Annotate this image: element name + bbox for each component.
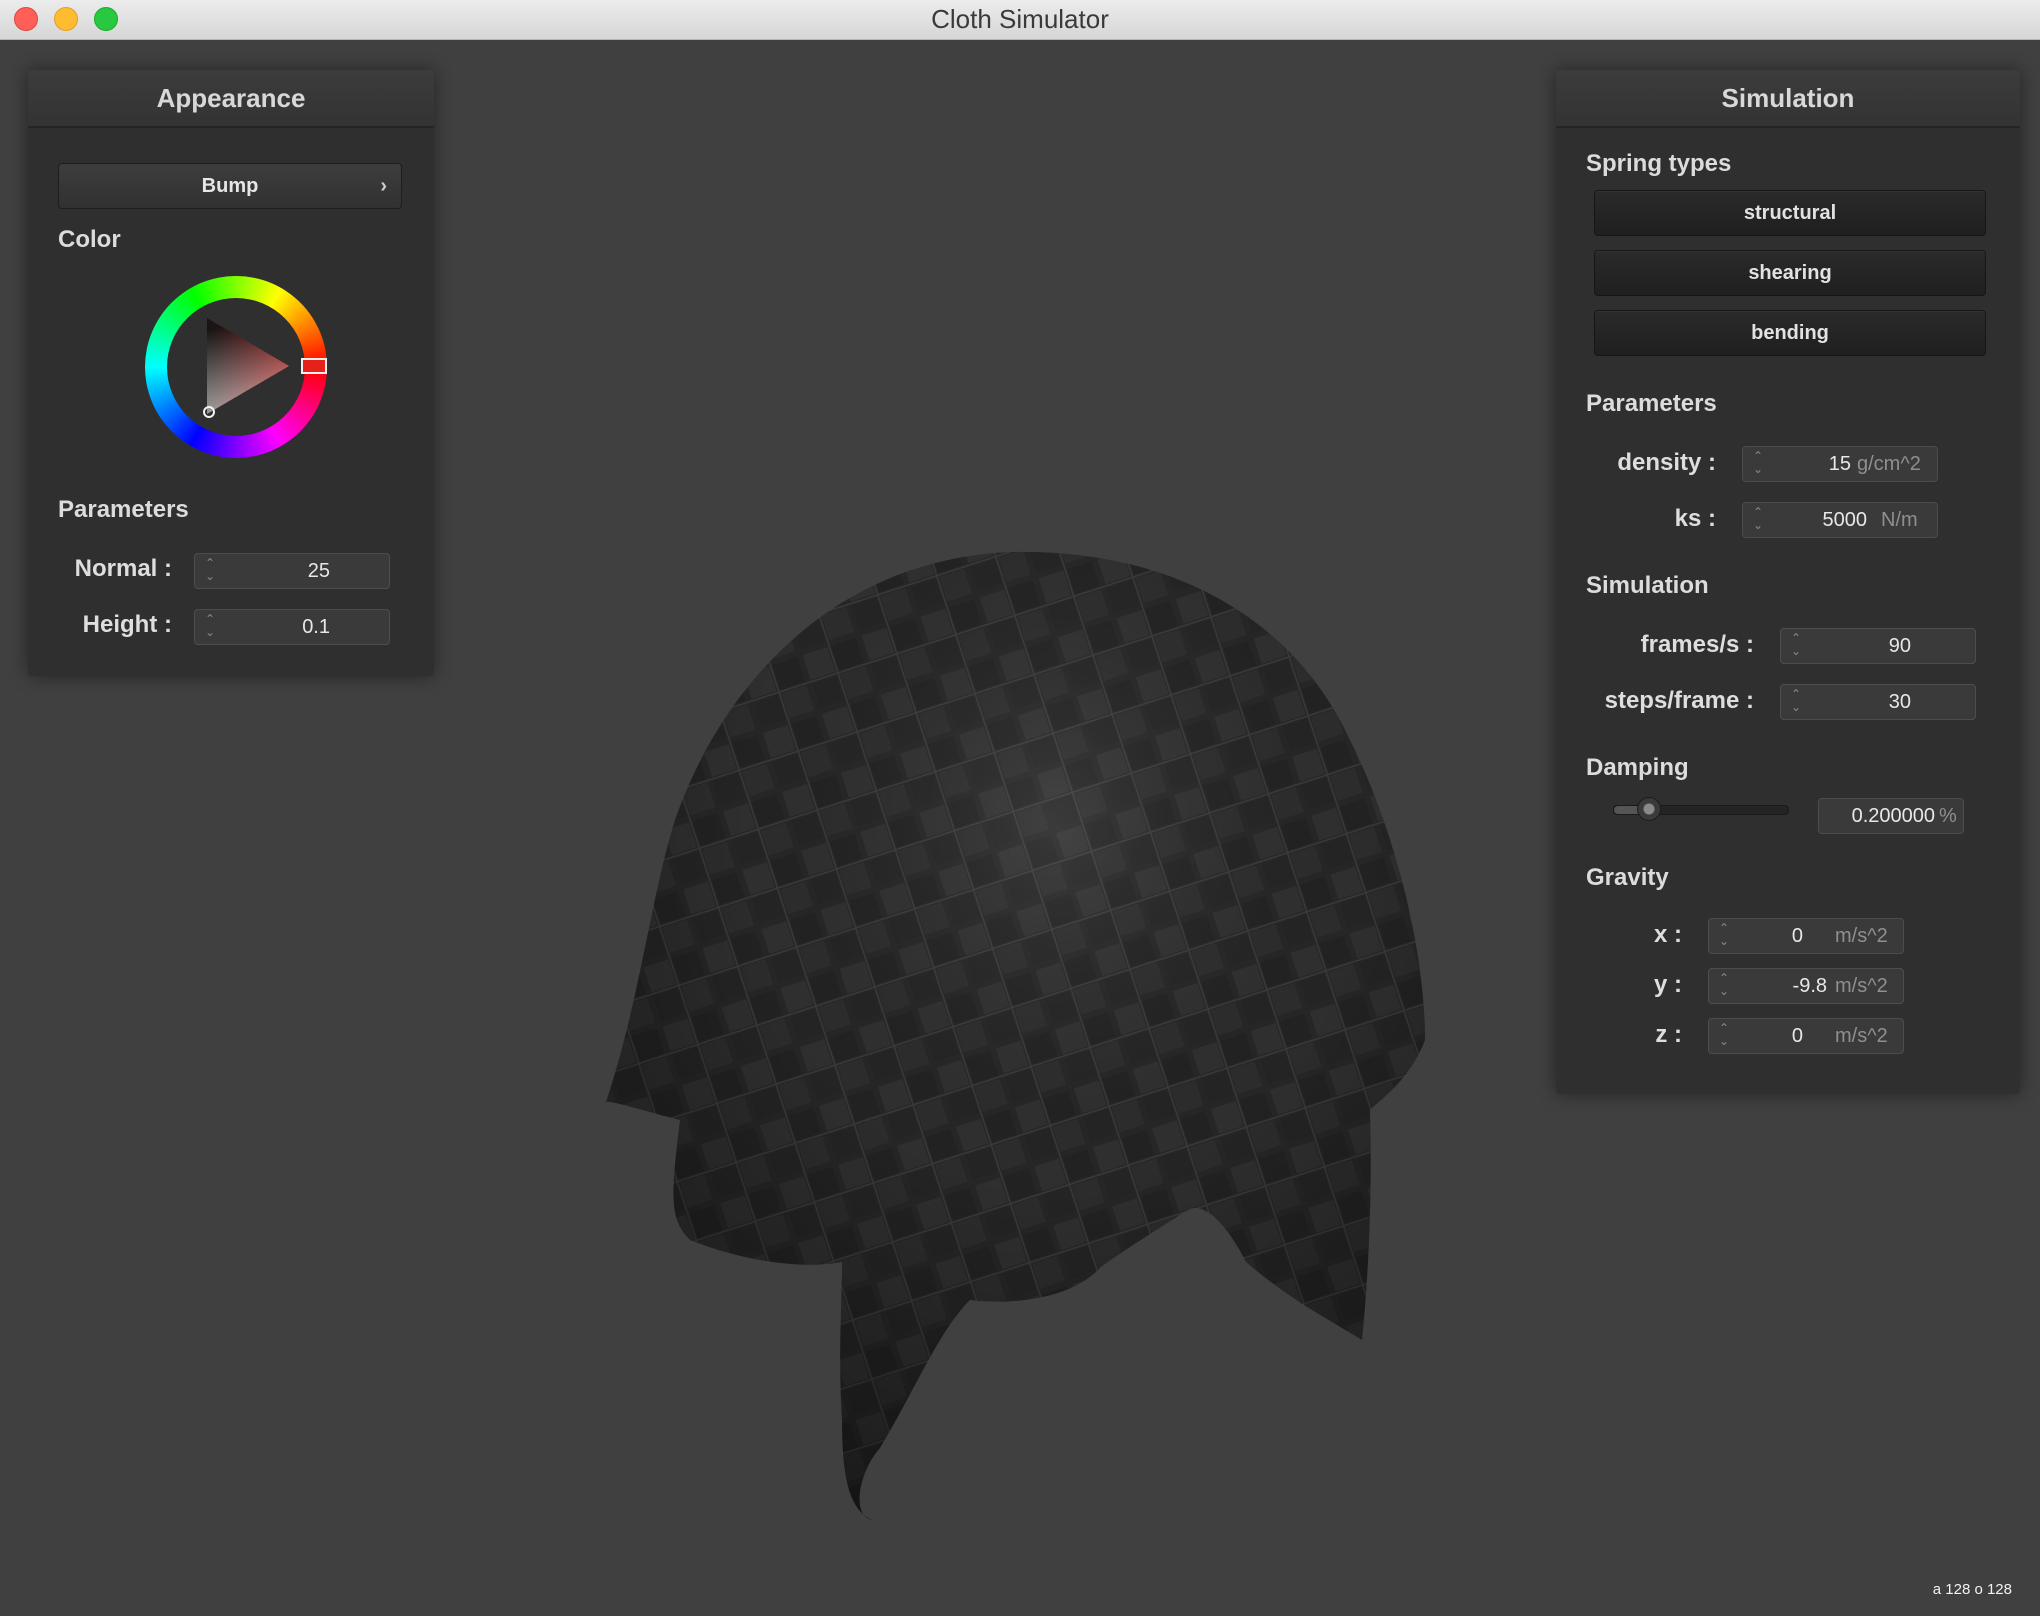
gravity-y-unit: m/s^2 xyxy=(1835,975,1888,997)
density-spinbox[interactable]: ⌃ ⌄ 15 g/cm^2 xyxy=(1742,446,1938,482)
gravity-x-unit: m/s^2 xyxy=(1835,925,1888,947)
appearance-panel: Appearance Bump › Color Parameters Norma… xyxy=(28,70,434,676)
color-triangle[interactable] xyxy=(145,276,327,458)
gravity-z-spinbox[interactable]: ⌃ ⌄ 0 m/s^2 xyxy=(1708,1018,1904,1054)
gravity-x-spinbox[interactable]: ⌃ ⌄ 0 m/s^2 xyxy=(1708,918,1904,954)
normal-value: 25 xyxy=(307,560,330,582)
density-value: 15 xyxy=(1828,453,1851,475)
spinner-arrows-icon[interactable]: ⌃ ⌄ xyxy=(1717,922,1731,952)
ks-unit: N/m xyxy=(1881,509,1918,531)
gravity-y-spinbox[interactable]: ⌃ ⌄ -9.8 m/s^2 xyxy=(1708,968,1904,1004)
shader-dropdown[interactable]: Bump › xyxy=(58,163,402,209)
color-wheel[interactable] xyxy=(145,276,327,458)
status-text: a 128 o 128 xyxy=(1932,1581,2012,1598)
damping-field[interactable]: 0.200000 % xyxy=(1818,798,1964,834)
bending-toggle[interactable]: bending xyxy=(1594,310,1986,356)
gravity-label: Gravity xyxy=(1586,864,1669,891)
gravity-y-label: y : xyxy=(1653,971,1682,998)
gravity-x-value: 0 xyxy=(1791,925,1803,947)
height-spinbox[interactable]: ⌃ ⌄ 0.1 xyxy=(194,609,390,645)
appearance-parameters-label: Parameters xyxy=(58,496,189,523)
window-title: Cloth Simulator xyxy=(931,4,1109,34)
height-value: 0.1 xyxy=(302,616,330,638)
normal-label: Normal : xyxy=(74,555,172,582)
shearing-toggle[interactable]: shearing xyxy=(1594,250,1986,296)
frames-per-second-spinbox[interactable]: ⌃ ⌄ 90 xyxy=(1780,628,1976,664)
damping-unit: % xyxy=(1939,805,1957,827)
frames-per-second-value: 90 xyxy=(1888,635,1911,657)
simulation-parameters-label: Parameters xyxy=(1586,390,1717,417)
density-label: density : xyxy=(1617,449,1716,476)
simulation-header: Simulation xyxy=(1556,70,2020,128)
spinner-arrows-icon[interactable]: ⌃ ⌄ xyxy=(203,613,217,643)
damping-value: 0.200000 xyxy=(1851,805,1935,827)
height-label: Height : xyxy=(82,611,172,638)
ks-value: 5000 xyxy=(1822,509,1868,531)
steps-per-frame-spinbox[interactable]: ⌃ ⌄ 30 xyxy=(1780,684,1976,720)
gravity-x-label: x : xyxy=(1653,921,1682,948)
damping-label: Damping xyxy=(1586,754,1689,781)
spinner-arrows-icon[interactable]: ⌃ ⌄ xyxy=(1751,450,1765,480)
damping-slider-handle[interactable] xyxy=(1636,797,1661,821)
chevron-right-icon: › xyxy=(380,175,387,197)
appearance-header: Appearance xyxy=(28,70,434,128)
spinner-arrows-icon[interactable]: ⌃ ⌄ xyxy=(1789,632,1803,662)
ks-label: ks : xyxy=(1674,505,1716,532)
spring-types-label: Spring types xyxy=(1586,150,1732,177)
normal-spinbox[interactable]: ⌃ ⌄ 25 xyxy=(194,553,390,589)
ks-spinbox[interactable]: ⌃ ⌄ 5000 N/m xyxy=(1742,502,1938,538)
steps-per-frame-label: steps/frame : xyxy=(1604,687,1754,714)
damping-slider[interactable] xyxy=(1613,797,1789,821)
gravity-z-value: 0 xyxy=(1791,1025,1803,1047)
gravity-y-value: -9.8 xyxy=(1792,975,1827,997)
frames-per-second-label: frames/s : xyxy=(1640,631,1754,658)
spinner-arrows-icon[interactable]: ⌃ ⌄ xyxy=(1789,688,1803,718)
steps-per-frame-value: 30 xyxy=(1888,691,1911,713)
structural-toggle[interactable]: structural xyxy=(1594,190,1986,236)
spinner-arrows-icon[interactable]: ⌃ ⌄ xyxy=(1717,972,1731,1002)
shader-dropdown-label: Bump xyxy=(201,175,259,197)
density-unit: g/cm^2 xyxy=(1857,453,1921,475)
spinner-arrows-icon[interactable]: ⌃ ⌄ xyxy=(1717,1022,1731,1052)
gravity-z-unit: m/s^2 xyxy=(1835,1025,1888,1047)
color-label: Color xyxy=(58,226,121,253)
simulation-panel: Simulation Spring types structural shear… xyxy=(1556,70,2020,1094)
title-bar: Cloth Simulator xyxy=(0,0,2040,40)
simulation-section-label: Simulation xyxy=(1586,572,1709,599)
hue-selector[interactable] xyxy=(301,358,327,374)
gravity-z-label: z : xyxy=(1655,1021,1682,1048)
spinner-arrows-icon[interactable]: ⌃ ⌄ xyxy=(1751,506,1765,536)
spinner-arrows-icon[interactable]: ⌃ ⌄ xyxy=(203,557,217,587)
